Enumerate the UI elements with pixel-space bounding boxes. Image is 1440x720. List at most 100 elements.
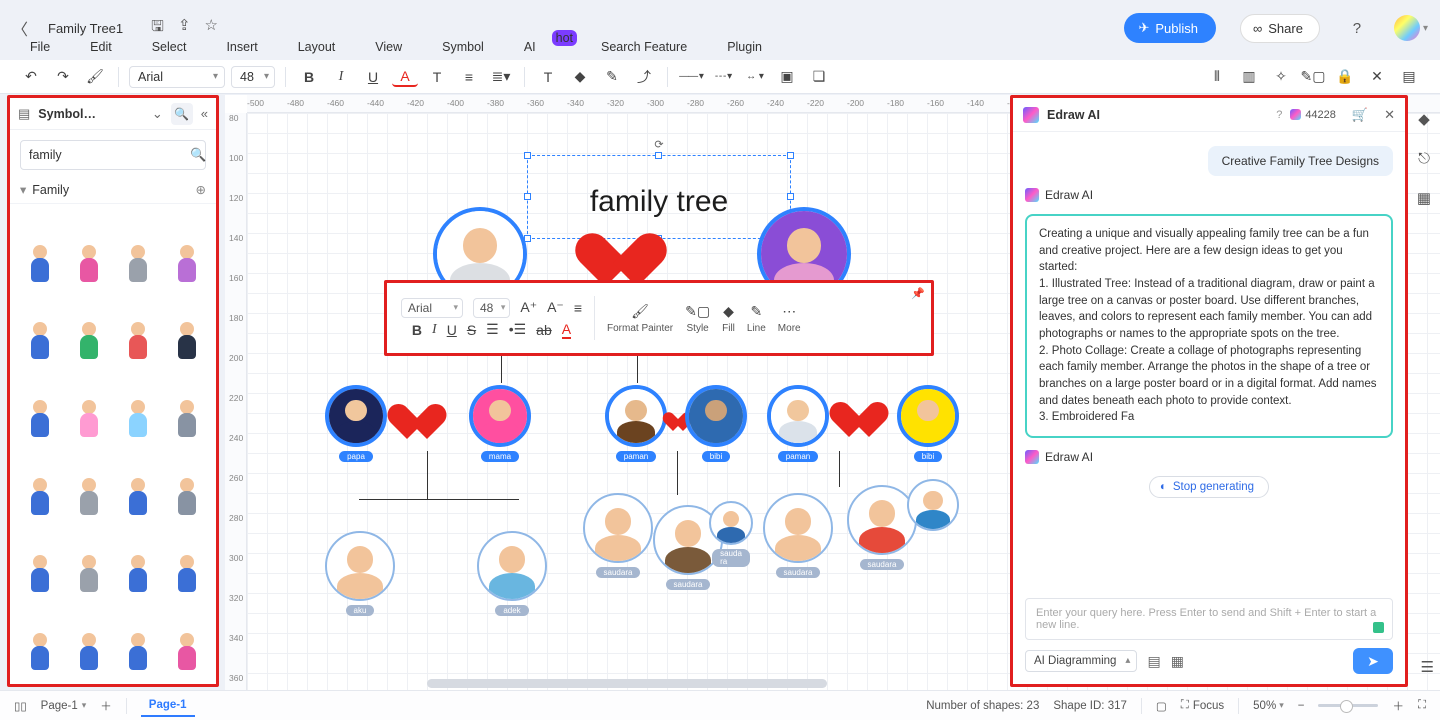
account-menu[interactable]: ▾ <box>1384 15 1428 41</box>
italic-icon[interactable]: I <box>432 322 437 338</box>
font-color-icon[interactable]: A <box>392 67 418 87</box>
symbol-item[interactable] <box>165 676 208 684</box>
symbol-item[interactable] <box>18 365 61 437</box>
selection-handle[interactable] <box>524 152 531 159</box>
library-icon[interactable]: ▤ <box>18 106 30 122</box>
symbol-category-row[interactable]: ▾ Family ⊕ <box>10 176 216 204</box>
zoom-dropdown[interactable]: 50% ▾ <box>1253 700 1284 712</box>
symbol-item[interactable] <box>165 288 208 360</box>
symbol-item[interactable] <box>116 443 159 515</box>
undo-icon[interactable]: ↶ <box>18 64 44 90</box>
menu-symbol[interactable]: Symbol <box>442 40 484 54</box>
publish-button[interactable]: ✈ Publish <box>1124 13 1216 43</box>
category-dropdown-icon[interactable]: ⌄ <box>152 106 163 122</box>
bold-icon[interactable]: B <box>296 64 322 90</box>
font-family-dropdown[interactable]: Arial <box>129 66 225 88</box>
effects-icon[interactable]: ✧ <box>1268 64 1294 90</box>
person-bibi2[interactable]: bibi <box>897 385 959 462</box>
line-button[interactable]: ✎ Line <box>747 303 766 334</box>
zoom-out-button[interactable]: − <box>1298 700 1305 712</box>
arrow-style-dropdown[interactable]: ↔ ▾ <box>742 64 768 90</box>
page-dropdown[interactable]: Page-1 ▾ <box>41 700 87 712</box>
lock-icon[interactable]: 🔒 <box>1332 64 1358 90</box>
symbol-item[interactable] <box>67 288 110 360</box>
redo-icon[interactable]: ↷ <box>50 64 76 90</box>
symbol-item[interactable] <box>165 598 208 670</box>
symbol-search-toggle[interactable]: 🔍 <box>171 103 193 125</box>
format-painter-button[interactable]: 🖌 Format Painter <box>607 303 673 334</box>
distribute-icon[interactable]: ▥ <box>1236 64 1262 90</box>
selection-handle[interactable] <box>787 152 794 159</box>
fill-button[interactable]: ◆ Fill <box>722 303 735 334</box>
ai-input-box[interactable]: Enter your query here. Press Enter to se… <box>1025 598 1393 640</box>
underline-icon[interactable]: U <box>360 64 386 90</box>
increase-font-icon[interactable]: A⁺ <box>520 299 537 316</box>
symbol-item[interactable] <box>18 676 61 684</box>
symbol-item[interactable] <box>116 210 159 282</box>
menu-ai[interactable]: AIhot <box>524 40 561 54</box>
decrease-font-icon[interactable]: A⁻ <box>547 299 564 316</box>
symbol-item[interactable] <box>18 598 61 670</box>
menu-search-feature[interactable]: Search Feature <box>601 40 687 54</box>
connector-line[interactable] <box>359 499 519 500</box>
person-paman[interactable]: paman <box>605 385 667 462</box>
connector-line[interactable] <box>637 353 638 383</box>
menu-edit[interactable]: Edit <box>90 40 112 54</box>
person-paman2[interactable]: paman <box>767 385 829 462</box>
text-transform-icon[interactable]: T <box>424 64 450 90</box>
rotate-handle-icon[interactable]: ⟳ <box>654 138 663 151</box>
symbol-item[interactable] <box>116 365 159 437</box>
ai-mode-dropdown[interactable]: AI Diagramming <box>1025 650 1137 672</box>
add-page-button[interactable]: ＋ <box>100 698 112 714</box>
zoom-in-button[interactable]: ＋ <box>1392 698 1404 714</box>
image-edit-icon[interactable]: ✎▢ <box>1300 64 1326 90</box>
menu-select[interactable]: Select <box>152 40 187 54</box>
strike-icon[interactable]: S <box>467 322 476 338</box>
align-objects-icon[interactable]: ⦀ <box>1204 64 1230 90</box>
symbol-item[interactable] <box>165 443 208 515</box>
connector-line[interactable] <box>427 451 428 499</box>
float-font-size-dropdown[interactable]: 48 <box>473 298 510 318</box>
template-icon[interactable]: ▦ <box>1171 653 1184 670</box>
theme-icon[interactable]: ◆ <box>1418 110 1430 128</box>
italic-icon[interactable]: I <box>328 64 354 90</box>
line-dash-dropdown[interactable]: - - - ▾ <box>710 64 736 90</box>
person-aku[interactable]: aku <box>325 531 395 616</box>
align-icon[interactable]: ≡ <box>574 300 582 316</box>
symbol-item[interactable] <box>67 676 110 684</box>
bulleted-list-icon[interactable]: •☰ <box>509 321 526 338</box>
frame-icon[interactable]: ▣ <box>774 64 800 90</box>
float-font-family-dropdown[interactable]: Arial <box>401 298 463 318</box>
layers-icon[interactable]: ❏ <box>806 64 832 90</box>
line-style-dropdown[interactable]: —— ▾ <box>678 64 704 90</box>
symbol-item[interactable] <box>165 210 208 282</box>
numbered-list-icon[interactable]: ☰ <box>486 321 499 338</box>
symbol-search-input[interactable]: 🔍 <box>20 140 206 170</box>
connector-line[interactable] <box>839 451 840 487</box>
cart-icon[interactable]: 🛒 <box>1352 107 1368 123</box>
close-icon[interactable]: ✕ <box>1384 107 1395 123</box>
symbol-search-field[interactable] <box>29 148 190 162</box>
presentation-icon[interactable]: ▢ <box>1156 699 1167 713</box>
menu-file[interactable]: File <box>30 40 50 54</box>
symbol-item[interactable] <box>67 598 110 670</box>
stop-generating-button[interactable]: ◐ Stop generating <box>1149 476 1269 498</box>
person-mama[interactable]: mama <box>469 385 531 462</box>
menu-layout[interactable]: Layout <box>298 40 336 54</box>
clear-format-icon[interactable]: ab <box>536 322 552 338</box>
line-tool-icon[interactable]: ✎ <box>599 64 625 90</box>
ai-panel-icon[interactable]: ⎋ <box>1418 150 1430 167</box>
bold-icon[interactable]: B <box>412 322 422 338</box>
add-category-icon[interactable]: ⊕ <box>196 182 206 197</box>
symbol-item[interactable] <box>18 210 61 282</box>
connector-line[interactable] <box>677 451 678 495</box>
help-icon[interactable]: ? <box>1344 15 1370 41</box>
symbol-item[interactable] <box>67 210 110 282</box>
symbol-item[interactable] <box>116 598 159 670</box>
symbol-item[interactable] <box>18 288 61 360</box>
person-bibi[interactable]: bibi <box>685 385 747 462</box>
page-tab[interactable]: Page-1 <box>141 695 195 717</box>
person-saudara1[interactable]: saudara <box>583 493 653 578</box>
menu-plugin[interactable]: Plugin <box>727 40 762 54</box>
tools-icon[interactable]: ✕ <box>1364 64 1390 90</box>
